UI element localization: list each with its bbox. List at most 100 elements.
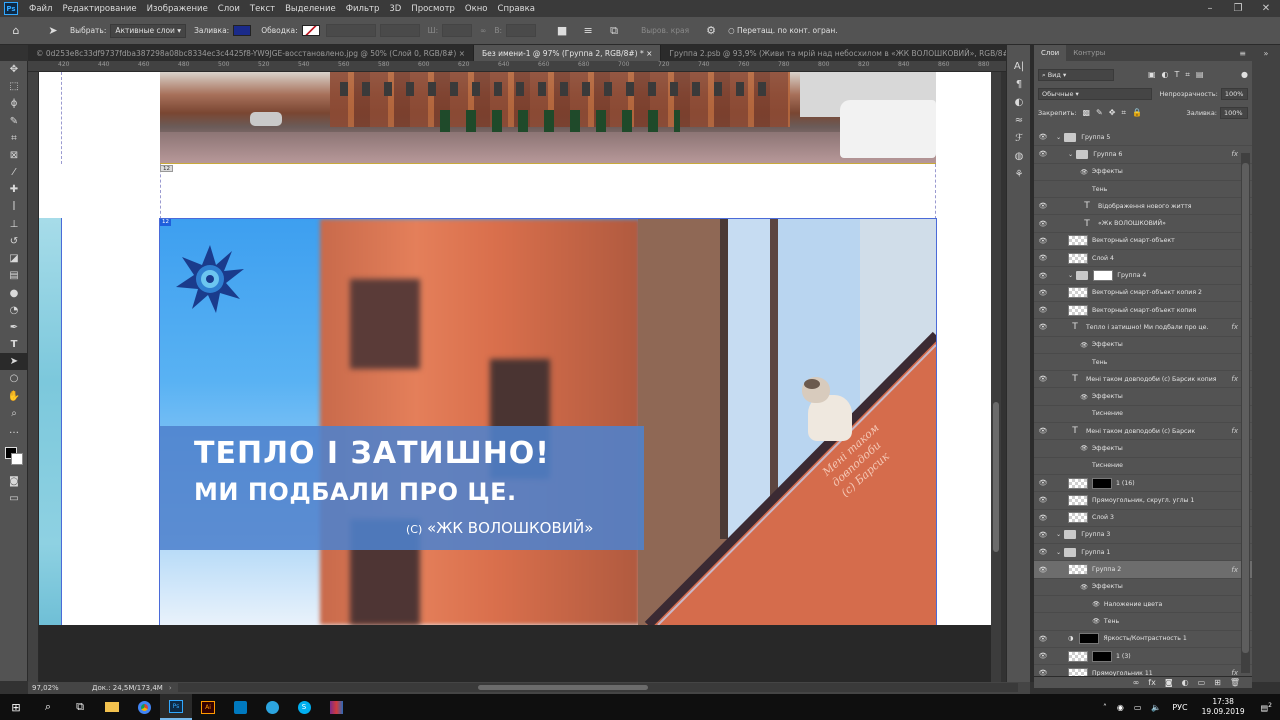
effect-eye-icon[interactable]: 👁 — [1092, 617, 1100, 625]
layer-row[interactable]: 👁 ⌄ Группа 1 — [1034, 544, 1252, 562]
minimize-button[interactable]: – — [1196, 0, 1224, 17]
width-field[interactable] — [442, 24, 473, 37]
layer-row[interactable]: 👁 Слой 3 — [1034, 510, 1252, 527]
layers-scrollbar[interactable] — [1241, 153, 1250, 673]
layer-effects-icon[interactable]: fx — [1231, 427, 1238, 435]
effect-eye-icon[interactable]: 👁 — [1080, 583, 1088, 591]
visibility-eye-icon[interactable]: 👁 — [1038, 220, 1048, 228]
visibility-eye-icon[interactable]: 👁 — [1038, 323, 1048, 331]
visibility-eye-icon[interactable]: 👁 — [1038, 427, 1048, 435]
main-banner[interactable]: Мені таком довподоби (с) Барсик ТЕПЛО І … — [159, 218, 937, 625]
visibility-eye-icon[interactable]: 👁 — [1038, 150, 1048, 158]
visibility-eye-icon[interactable]: 👁 — [1038, 254, 1048, 262]
align-edges-label[interactable]: Выров. края — [641, 26, 689, 35]
layer-row[interactable]: 👁 ⌄ Группа 4 — [1034, 267, 1252, 285]
tab-layers[interactable]: Слои — [1034, 45, 1067, 61]
visibility-eye-icon[interactable]: 👁 — [1038, 237, 1048, 245]
skype-icon[interactable]: S — [288, 694, 320, 720]
brush-tool-icon[interactable]: ꟾ — [0, 199, 28, 216]
path-arrangement-icon[interactable]: ⧉ — [606, 23, 622, 39]
dodge-tool-icon[interactable]: ◔ — [0, 302, 28, 319]
layer-row[interactable]: 👁 Наложение цвета — [1034, 596, 1252, 614]
document-tab[interactable]: © 0d253e8c33df9737fdba387298a08bc8334ec3… — [28, 45, 474, 61]
menu-item[interactable]: Текст — [245, 4, 280, 14]
new-group-icon[interactable]: ▭ — [1198, 678, 1206, 687]
menu-item[interactable]: Файл — [24, 4, 57, 14]
illustrator-icon[interactable]: Ai — [192, 694, 224, 720]
scroll-thumb[interactable] — [478, 685, 648, 690]
maximize-button[interactable]: ❐ — [1224, 0, 1252, 17]
layer-mask-thumbnail[interactable] — [1092, 477, 1112, 489]
layer-effects-icon[interactable]: fx — [1231, 150, 1238, 158]
home-icon[interactable]: ⌂ — [8, 23, 24, 39]
search-icon[interactable]: ⌕ — [32, 694, 64, 720]
status-menu-icon[interactable]: › — [169, 684, 172, 692]
frame-tool-icon[interactable]: ⊠ — [0, 147, 28, 164]
marquee-tool-icon[interactable]: ⬚ — [0, 78, 28, 95]
stroke-swatch[interactable] — [301, 25, 320, 36]
stroke-width-field[interactable] — [325, 24, 376, 37]
chrome-icon[interactable] — [128, 694, 160, 720]
character-panel-icon[interactable]: A| — [1007, 57, 1031, 75]
tray-chevron-icon[interactable]: ˄ — [1103, 703, 1107, 712]
tab-paths[interactable]: Контуры — [1066, 45, 1112, 61]
clone-stamp-tool-icon[interactable]: ⊥ — [0, 216, 28, 233]
canvas-horizontal-scrollbar[interactable] — [178, 683, 1018, 692]
layer-row[interactable]: 👁 1 (16) — [1034, 475, 1252, 493]
menu-item[interactable]: Справка — [493, 4, 540, 14]
new-adjustment-icon[interactable]: ◐ — [1182, 678, 1189, 687]
expand-chevron-icon[interactable]: ⌄ — [1056, 531, 1061, 538]
visibility-eye-icon[interactable]: 👁 — [1038, 531, 1048, 539]
eraser-tool-icon[interactable]: ◪ — [0, 250, 28, 267]
layer-thumbnail[interactable] — [1068, 650, 1088, 662]
layer-row[interactable]: 👁 Тень — [1034, 613, 1252, 631]
layer-row[interactable]: Тиснение — [1034, 458, 1252, 475]
path-selection-tool-icon[interactable]: ➤ — [0, 353, 28, 371]
visibility-eye-icon[interactable]: 👁 — [1038, 202, 1048, 210]
scroll-thumb[interactable] — [993, 402, 999, 552]
layer-row[interactable]: 👁 1 (3) — [1034, 648, 1252, 666]
network-icon[interactable]: ▭ — [1134, 703, 1142, 712]
layer-row[interactable]: 👁 T Тепло і затишно! Ми подбали про це. fx — [1034, 319, 1252, 337]
ellipse-tool-icon[interactable]: ○ — [0, 370, 28, 387]
visibility-eye-icon[interactable]: 👁 — [1038, 566, 1048, 574]
fill-field[interactable]: 100% — [1220, 106, 1248, 119]
menu-item[interactable]: Слои — [213, 4, 245, 14]
visibility-eye-icon[interactable]: 👁 — [1038, 479, 1048, 487]
layer-row[interactable]: 👁 Эффекты — [1034, 440, 1252, 458]
stroke-type-field[interactable] — [379, 24, 420, 37]
move-tool-icon[interactable]: ✥ — [0, 61, 28, 78]
menu-item[interactable]: Выделение — [280, 4, 341, 14]
layer-row[interactable]: 👁 Эффекты — [1034, 579, 1252, 597]
layer-thumbnail[interactable] — [1068, 235, 1088, 247]
effect-eye-icon[interactable]: 👁 — [1080, 168, 1088, 176]
task-view-icon[interactable]: ⧉ — [64, 694, 96, 720]
pen-tool-icon[interactable]: ✒ — [0, 319, 28, 336]
layer-row[interactable]: Тень — [1034, 354, 1252, 372]
document-tab[interactable]: Без имени-1 @ 97% (Группа 2, RGB/8#) * × — [474, 45, 662, 61]
hand-tool-icon[interactable]: ✋ — [0, 388, 28, 405]
visibility-eye-icon[interactable]: 👁 — [1038, 635, 1048, 643]
menu-item[interactable]: Изображение — [142, 4, 213, 14]
winrar-icon[interactable] — [320, 694, 352, 720]
expand-chevron-icon[interactable]: ⌄ — [1068, 272, 1073, 279]
visibility-eye-icon[interactable]: 👁 — [1038, 289, 1048, 297]
history-brush-tool-icon[interactable]: ↺ — [0, 233, 28, 250]
screen-mode-icon[interactable]: ▭ — [0, 490, 28, 507]
close-button[interactable]: ✕ — [1252, 0, 1280, 17]
layer-row[interactable]: 👁 Эффекты — [1034, 388, 1252, 406]
layer-row[interactable]: 👁 Группа 2 fx — [1034, 561, 1252, 579]
menu-item[interactable]: 3D — [384, 4, 406, 14]
layer-thumbnail[interactable] — [1068, 512, 1088, 524]
layer-row[interactable]: 👁 ⌄ Группа 3 — [1034, 527, 1252, 545]
expand-chevron-icon[interactable]: ⌄ — [1056, 549, 1061, 556]
layer-mask-thumbnail[interactable] — [1092, 650, 1112, 662]
visibility-eye-icon[interactable]: 👁 — [1038, 548, 1048, 556]
visibility-eye-icon[interactable]: 👁 — [1038, 306, 1048, 314]
quick-mask-icon[interactable]: ◙ — [0, 473, 28, 490]
quick-select-tool-icon[interactable]: ✎ — [0, 113, 28, 130]
brush-settings-icon[interactable]: ≈ — [1007, 111, 1031, 129]
layer-row[interactable]: 👁 Векторный смарт-объект копия — [1034, 302, 1252, 320]
crop-tool-icon[interactable]: ⌗ — [0, 130, 28, 147]
visibility-eye-icon[interactable]: 👁 — [1038, 133, 1048, 141]
